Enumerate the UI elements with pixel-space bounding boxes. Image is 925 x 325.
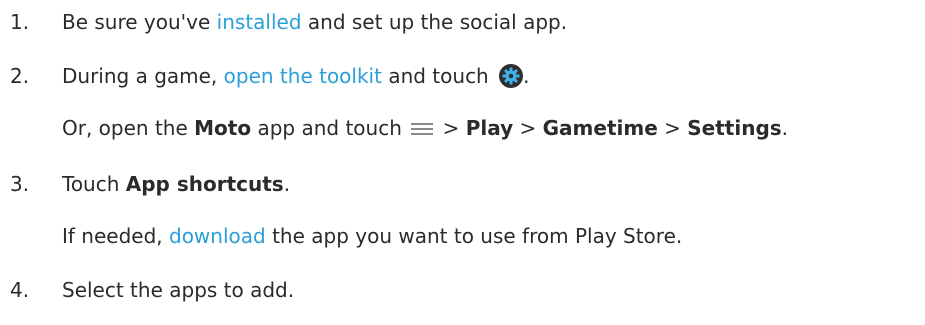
step-text-part: app and touch [251,116,409,140]
step-subtext: If needed, download the app you want to … [62,222,682,250]
step-text: Be sure you've installed and set up the … [62,8,567,36]
app-shortcuts-label: App shortcuts [125,172,284,196]
step-text-part: . [781,116,789,140]
step-text-part: Touch [62,172,126,196]
separator: > [436,116,466,140]
step-text-part: Be sure you've [62,10,217,34]
step-text: Touch App shortcuts. [62,170,290,198]
step-number: 2. [10,64,30,88]
gear-icon [499,64,524,88]
step-text-part: . [283,172,291,196]
step-text-part: and set up the social app. [301,10,568,34]
separator: > [657,116,688,140]
gametime-label: Gametime [542,116,658,140]
step-text-part: . [523,64,530,88]
step-text-part: and touch [381,64,496,88]
step-text: During a game, open the toolkit and touc… [62,62,529,90]
step-text-part: Or, open the [62,116,195,140]
download-link[interactable]: download [169,224,266,248]
menu-icon [411,122,434,136]
step-text-part: If needed, [62,224,169,248]
step-text: Select the apps to add. [62,278,295,302]
step-text-part: During a game, [62,64,224,88]
step-number: 3. [10,172,30,196]
settings-label: Settings [687,116,782,140]
open-toolkit-link[interactable]: open the toolkit [224,64,382,88]
play-label: Play [465,116,514,140]
instruction-steps: 1. Be sure you've installed and set up t… [0,0,925,325]
moto-app-label: Moto [194,116,252,140]
step-number: 1. [10,10,30,34]
separator: > [513,116,543,140]
step-subtext: Or, open the Moto app and touch > Play >… [62,114,788,142]
step-number: 4. [10,278,30,302]
step-text-part: the app you want to use from Play Store. [265,224,683,248]
installed-link[interactable]: installed [217,10,302,34]
